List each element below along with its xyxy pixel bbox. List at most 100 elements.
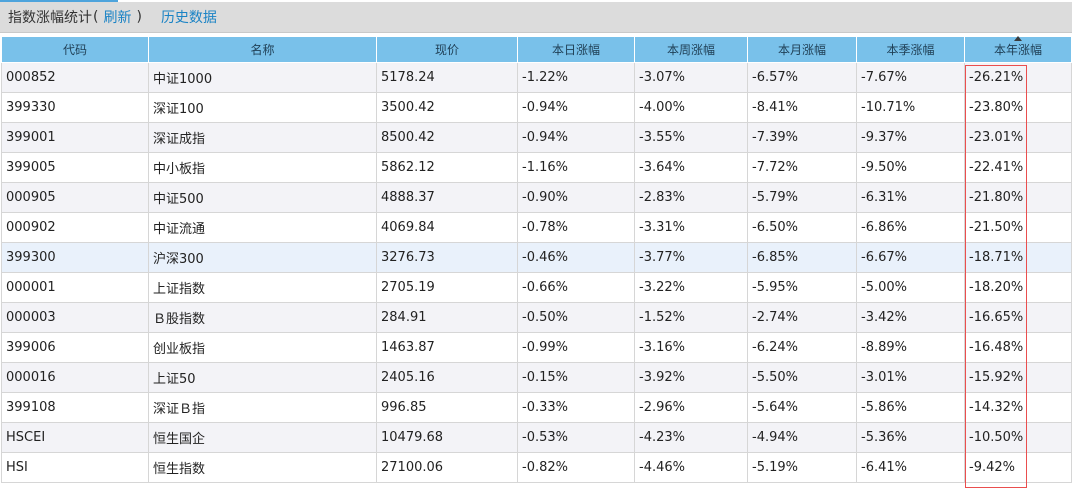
row-day-change: -0.50%	[517, 302, 635, 333]
close-paren: )	[136, 9, 142, 25]
row-code[interactable]: 399005	[1, 152, 149, 183]
row-week-change: -4.23%	[634, 422, 748, 453]
row-quarter-change: -6.86%	[856, 212, 965, 243]
row-week-change: -1.52%	[634, 302, 748, 333]
row-code[interactable]: 399001	[1, 122, 149, 153]
row-code[interactable]: 399330	[1, 92, 149, 123]
row-day-change: -0.82%	[517, 452, 635, 483]
row-price: 284.91	[376, 302, 518, 333]
row-week-change: -3.16%	[634, 332, 748, 363]
row-name: 中小板指	[148, 152, 377, 183]
row-name: 恒生指数	[148, 452, 377, 483]
column-header-week-change[interactable]: 本周涨幅	[634, 36, 748, 63]
row-price: 3276.73	[376, 242, 518, 273]
row-code[interactable]: 000001	[1, 272, 149, 303]
row-quarter-change: -9.37%	[856, 122, 965, 153]
row-year-change: -22.41%	[964, 152, 1072, 183]
row-price: 2705.19	[376, 272, 518, 303]
row-week-change: -3.07%	[634, 62, 748, 93]
column-header-code[interactable]: 代码	[1, 36, 149, 63]
row-code[interactable]: 399006	[1, 332, 149, 363]
table-row[interactable]: 399001 深证成指 8500.42 -0.94% -3.55% -7.39% -9.37…	[1, 122, 1072, 153]
row-name: 恒生国企	[148, 422, 377, 453]
refresh-link[interactable]: 刷新	[103, 7, 131, 27]
column-header-quarter-change[interactable]: 本季涨幅	[856, 36, 965, 63]
row-week-change: -4.46%	[634, 452, 748, 483]
row-month-change: -7.39%	[747, 122, 857, 153]
index-stats-page: 指数涨幅统计 ( 刷新 ) 历史数据 代码 名称 现价 本日涨幅 本周涨幅 本月…	[0, 0, 1080, 491]
row-code[interactable]: 000003	[1, 302, 149, 333]
row-week-change: -3.31%	[634, 212, 748, 243]
table-row[interactable]: 399300 沪深300 3276.73 -0.46% -3.77% -6.85% -6.6…	[1, 242, 1072, 273]
row-month-change: -2.74%	[747, 302, 857, 333]
row-quarter-change: -10.71%	[856, 92, 965, 123]
table-row[interactable]: 000003 Ｂ股指数 284.91 -0.50% -1.52% -2.74% -3.42%…	[1, 302, 1072, 333]
row-week-change: -3.92%	[634, 362, 748, 393]
column-header-name[interactable]: 名称	[148, 36, 377, 63]
row-quarter-change: -8.89%	[856, 332, 965, 363]
row-year-change: -18.20%	[964, 272, 1072, 303]
table-row[interactable]: 000852 中证1000 5178.24 -1.22% -3.07% -6.57% -7.…	[1, 62, 1072, 93]
row-quarter-change: -6.41%	[856, 452, 965, 483]
column-header-month-change[interactable]: 本月涨幅	[747, 36, 857, 63]
open-paren: (	[93, 9, 99, 25]
row-name: 沪深300	[148, 242, 377, 273]
row-code[interactable]: 000905	[1, 182, 149, 213]
row-code[interactable]: 399300	[1, 242, 149, 273]
table-row[interactable]: 399108 深证Ｂ指 996.85 -0.33% -2.96% -5.64% -5.86%…	[1, 392, 1072, 423]
row-code[interactable]: 000016	[1, 362, 149, 393]
table-row[interactable]: 399330 深证100 3500.42 -0.94% -4.00% -8.41% -10.…	[1, 92, 1072, 123]
row-day-change: -0.90%	[517, 182, 635, 213]
column-header-day-change[interactable]: 本日涨幅	[517, 36, 635, 63]
row-name: 创业板指	[148, 332, 377, 363]
row-code[interactable]: 000852	[1, 62, 149, 93]
row-name: 中证1000	[148, 62, 377, 93]
row-year-change: -16.48%	[964, 332, 1072, 363]
row-code: HSI	[1, 452, 149, 483]
table-row[interactable]: 000016 上证50 2405.16 -0.15% -3.92% -5.50% -3.01…	[1, 362, 1072, 393]
row-quarter-change: -3.01%	[856, 362, 965, 393]
row-code[interactable]: 000902	[1, 212, 149, 243]
row-month-change: -8.41%	[747, 92, 857, 123]
table-row[interactable]: 000902 中证流通 4069.84 -0.78% -3.31% -6.50% -6.86…	[1, 212, 1072, 243]
table-row[interactable]: HSCEI 恒生国企 10479.68 -0.53% -4.23% -4.94% -5.36…	[1, 422, 1072, 453]
row-price: 1463.87	[376, 332, 518, 363]
row-name: Ｂ股指数	[148, 302, 377, 333]
row-month-change: -6.50%	[747, 212, 857, 243]
row-price: 2405.16	[376, 362, 518, 393]
column-header-year-change[interactable]: 本年涨幅	[964, 36, 1072, 63]
row-month-change: -4.94%	[747, 422, 857, 453]
table-row[interactable]: 399005 中小板指 5862.12 -1.16% -3.64% -7.72% -9.50…	[1, 152, 1072, 183]
table-row[interactable]: 000001 上证指数 2705.19 -0.66% -3.22% -5.95% -5.00…	[1, 272, 1072, 303]
row-month-change: -6.57%	[747, 62, 857, 93]
table-row[interactable]: HSI 恒生指数 27100.06 -0.82% -4.46% -5.19% -6.41% -…	[1, 452, 1072, 483]
row-year-change: -10.50%	[964, 422, 1072, 453]
row-quarter-change: -5.86%	[856, 392, 965, 423]
row-quarter-change: -9.50%	[856, 152, 965, 183]
row-price: 8500.42	[376, 122, 518, 153]
row-month-change: -6.24%	[747, 332, 857, 363]
row-week-change: -2.83%	[634, 182, 748, 213]
history-data-link[interactable]: 历史数据	[161, 7, 217, 27]
table-row[interactable]: 399006 创业板指 1463.87 -0.99% -3.16% -6.24% -8.89…	[1, 332, 1072, 363]
row-year-change: -16.65%	[964, 302, 1072, 333]
row-week-change: -2.96%	[634, 392, 748, 423]
table-row[interactable]: 000905 中证500 4888.37 -0.90% -2.83% -5.79% -6.3…	[1, 182, 1072, 213]
row-year-change: -15.92%	[964, 362, 1072, 393]
row-month-change: -5.50%	[747, 362, 857, 393]
title-bar: 指数涨幅统计 ( 刷新 ) 历史数据	[0, 2, 1072, 33]
row-day-change: -0.46%	[517, 242, 635, 273]
row-year-change: -21.50%	[964, 212, 1072, 243]
row-month-change: -5.95%	[747, 272, 857, 303]
row-week-change: -3.22%	[634, 272, 748, 303]
row-week-change: -3.55%	[634, 122, 748, 153]
row-quarter-change: -3.42%	[856, 302, 965, 333]
sort-arrow-icon	[1014, 36, 1022, 41]
row-day-change: -0.78%	[517, 212, 635, 243]
row-name: 深证Ｂ指	[148, 392, 377, 423]
row-name: 中证500	[148, 182, 377, 213]
row-code[interactable]: 399108	[1, 392, 149, 423]
row-year-change: -26.21%	[964, 62, 1072, 93]
row-month-change: -7.72%	[747, 152, 857, 183]
column-header-price[interactable]: 现价	[376, 36, 518, 63]
